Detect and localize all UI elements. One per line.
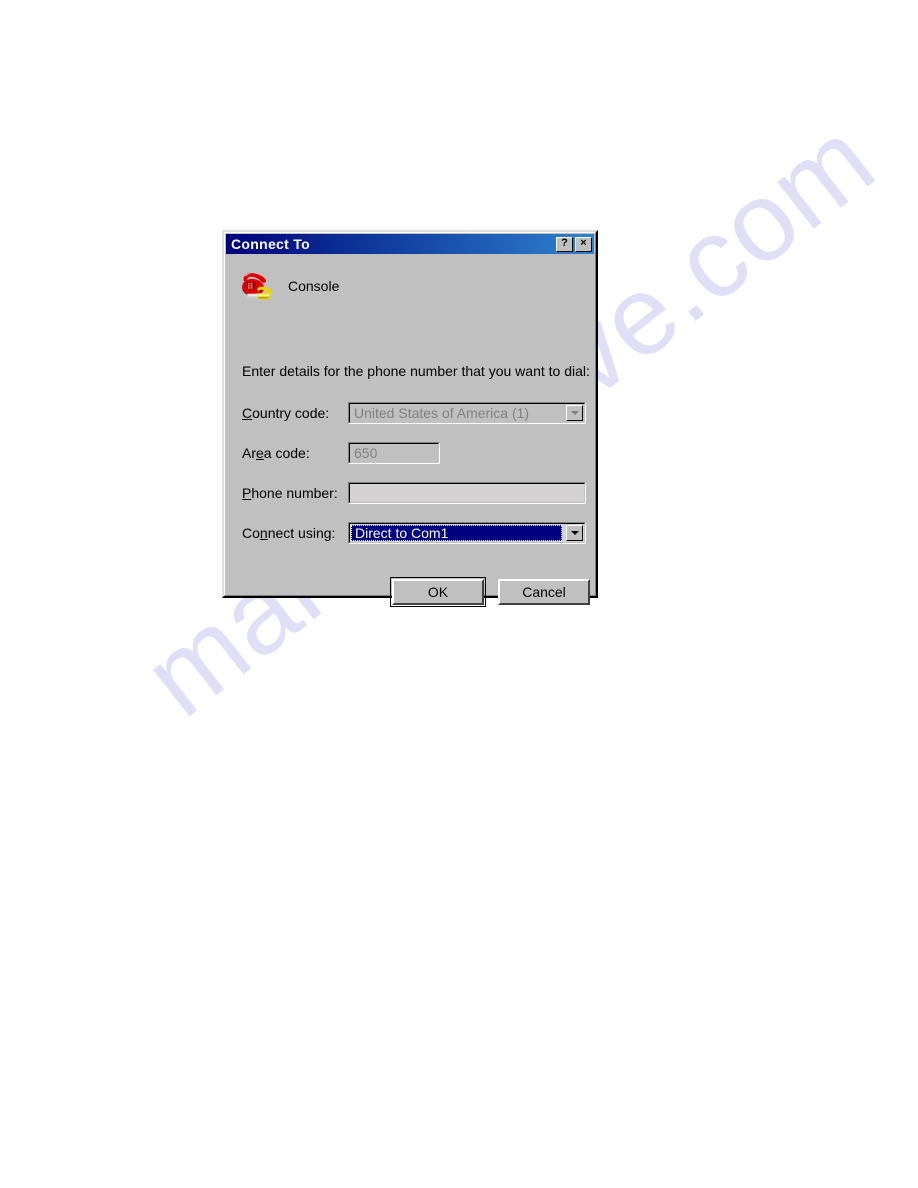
cancel-button-frame: Cancel [496, 577, 592, 607]
help-button[interactable]: ? [556, 236, 573, 252]
instruction-text: Enter details for the phone number that … [242, 363, 590, 379]
phone-number-input[interactable] [348, 482, 586, 504]
connect-using-selection: Direct to Com1 [351, 525, 562, 541]
cancel-button[interactable]: Cancel [498, 579, 590, 605]
dialog-client-area: Console Enter details for the phone numb… [226, 255, 594, 607]
connect-using-row: Connect using: Direct to Com1 [242, 522, 586, 544]
chevron-down-icon [570, 411, 579, 415]
dialog-title: Connect To [231, 236, 310, 252]
dialup-phone-icon [242, 273, 272, 300]
area-code-row: Area code: 650 [242, 442, 586, 464]
connect-using-value: Direct to Com1 [355, 525, 449, 541]
phone-number-input-inner [349, 483, 585, 503]
connect-using-combobox-inner: Direct to Com1 [349, 523, 585, 543]
country-code-dropdown-button[interactable] [566, 405, 583, 421]
country-code-value: United States of America (1) [354, 405, 530, 421]
area-code-input-inner: 650 [349, 443, 439, 463]
dialog-titlebar[interactable]: Connect To ? × [226, 234, 594, 254]
phone-number-row: Phone number: [242, 482, 586, 504]
country-code-combobox-inner: United States of America (1) [349, 403, 585, 423]
ok-button-default-frame: OK [390, 577, 486, 607]
connection-header: Console [240, 267, 339, 305]
connection-name: Console [288, 278, 340, 294]
country-code-row: Country code: United States of America (… [242, 402, 586, 424]
country-code-label: Country code: [242, 405, 330, 421]
area-code-value: 650 [354, 445, 378, 461]
connect-to-dialog: Connect To ? × Console Enter details for… [222, 230, 598, 607]
ok-button[interactable]: OK [392, 579, 484, 605]
country-code-combobox[interactable]: United States of America (1) [348, 402, 586, 424]
connect-using-dropdown-button[interactable] [566, 525, 583, 541]
titlebar-button-group: ? × [556, 236, 592, 252]
close-button[interactable]: × [575, 236, 592, 252]
area-code-input[interactable]: 650 [348, 442, 440, 464]
connect-using-label: Connect using: [242, 525, 336, 541]
connect-using-combobox[interactable]: Direct to Com1 [348, 522, 586, 544]
dialog-button-bar: OK Cancel [390, 577, 592, 607]
chevron-down-icon [570, 531, 579, 535]
phone-number-label: Phone number: [242, 485, 338, 501]
area-code-label: Area code: [242, 445, 310, 461]
